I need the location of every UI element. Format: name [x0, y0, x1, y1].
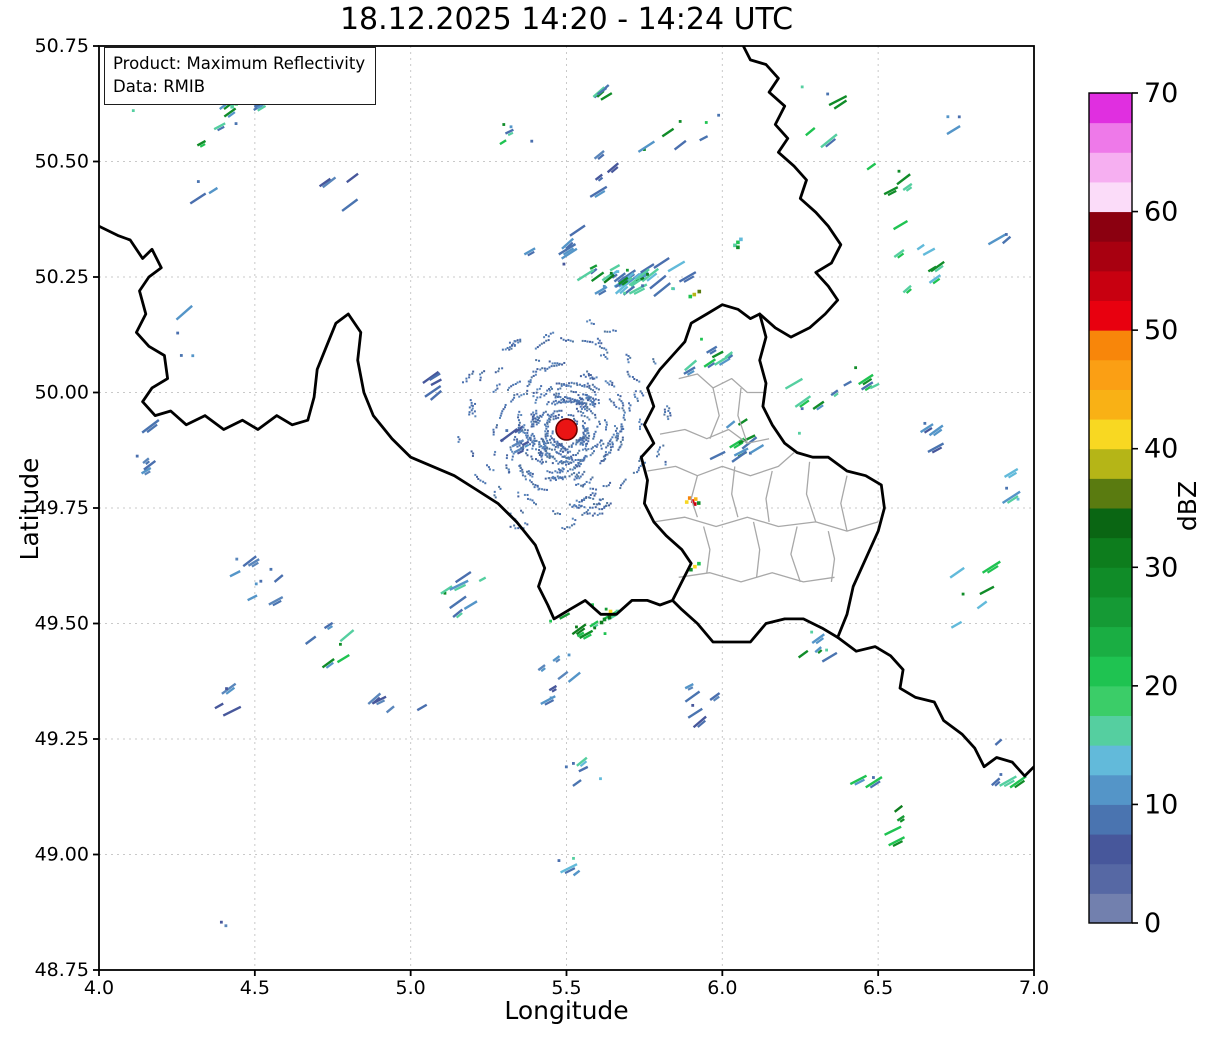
radar-reflectivity-figure: 18.12.2025 14:20 - 14:24 UTC 4.0 4.5 5.0 5.… — [0, 0, 1219, 1040]
colorbar-tick-label: 0 — [1144, 908, 1161, 939]
colorbar-tick-label: 50 — [1144, 315, 1178, 346]
y-tick-label: 50.75 — [35, 35, 89, 57]
y-tick-label: 49.50 — [35, 613, 89, 635]
colorbar — [1088, 92, 1133, 924]
colorbar-unit-label: dBZ — [1173, 480, 1202, 532]
product-annotation-box: Product: Maximum Reflectivity Data: RMIB — [104, 47, 377, 105]
y-tick-label: 49.25 — [35, 728, 89, 750]
radar-map-plot: 4.0 4.5 5.0 5.5 6.0 6.5 7.048.75 49.00 49.25 49.5… — [35, 35, 1179, 999]
radar-echoes — [117, 73, 1027, 928]
colorbar-tick-label: 70 — [1144, 78, 1178, 109]
y-tick-label: 50.00 — [35, 382, 89, 404]
y-tick-labels: 48.7549.0049.2549.5049.7550.0050.2550.50… — [35, 35, 99, 981]
colorbar-tick-label: 60 — [1144, 197, 1178, 228]
y-axis-label: Latitude — [15, 457, 44, 561]
y-tick-label: 50.25 — [35, 266, 89, 288]
y-tick-label: 48.75 — [35, 959, 89, 981]
x-axis-label: Longitude — [504, 996, 629, 1025]
y-tick-label: 49.00 — [35, 844, 89, 866]
colorbar-tick-labels: 010203040506070 — [1132, 78, 1178, 939]
x-tick-labels: 4.0 4.5 5.0 5.5 6.0 6.5 7.0 — [84, 970, 1049, 999]
data-source-label: Data: RMIB — [113, 77, 206, 97]
product-label: Product: Maximum Reflectivity — [113, 54, 366, 73]
radar-site-marker — [555, 418, 578, 441]
colorbar-tick-label: 20 — [1144, 671, 1178, 702]
y-tick-label: 50.50 — [35, 151, 89, 173]
colorbar-tick-label: 10 — [1144, 789, 1178, 820]
